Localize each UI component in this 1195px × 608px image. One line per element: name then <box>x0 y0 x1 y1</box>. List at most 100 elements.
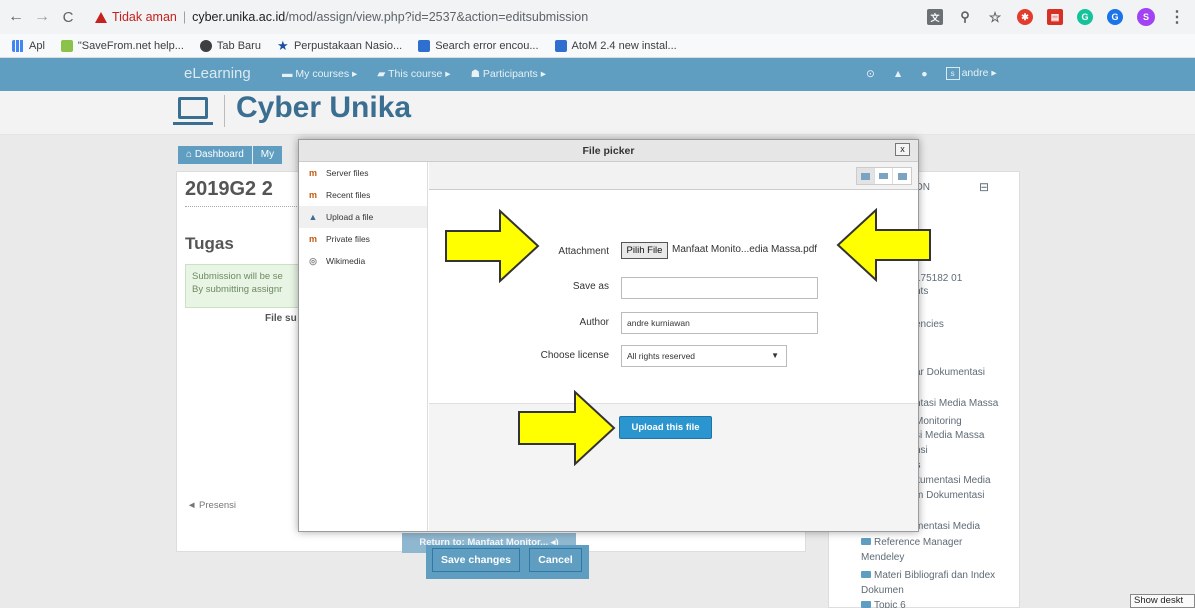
folder-icon <box>861 601 871 608</box>
ext-pdf-icon[interactable]: ▤ <box>1047 9 1063 25</box>
arrow-left-icon <box>836 208 931 282</box>
sidebar-item[interactable]: kumentasi Media <box>915 475 991 486</box>
folder-icon <box>861 571 871 578</box>
nav-label: This course ▸ <box>388 68 451 80</box>
list-glyph <box>879 173 888 179</box>
sidebar-label: Topic 6 <box>874 600 906 608</box>
moodle-icon: m <box>308 233 317 244</box>
breadcrumb: ⌂ Dashboard My <box>178 146 283 164</box>
globe-icon <box>199 39 212 52</box>
bookmark-apps[interactable]: Apl <box>12 39 45 52</box>
sidebar-item[interactable]: ntasi Media Massa <box>915 398 998 409</box>
zoom-icon[interactable]: ⚲ <box>957 9 973 25</box>
bookmark-tab-baru[interactable]: Tab Baru <box>199 39 261 52</box>
picker-toolbar <box>429 162 918 190</box>
dialog-title: File picker <box>299 140 918 162</box>
repo-upload-file[interactable]: ▲ Upload a file <box>299 206 427 228</box>
show-desktop-button[interactable]: Show deskt <box>1130 594 1195 608</box>
sidebar-item[interactable]: si Media Massa <box>915 430 984 441</box>
sidebar-item[interactable]: ar Dokumentasi <box>915 367 985 378</box>
site-navbar: eLearning ▬ My courses ▸ ▰ This course ▸… <box>0 58 1195 91</box>
bell-icon[interactable]: ▲ <box>893 68 903 80</box>
url-divider: | <box>182 10 187 24</box>
license-select[interactable]: All rights reserved ▼ <box>621 345 787 367</box>
grammarly-icon[interactable]: G <box>1077 9 1093 25</box>
repo-private-files[interactable]: m Private files <box>299 228 427 250</box>
repo-label: Wikimedia <box>326 256 366 266</box>
savefrom-icon <box>60 39 73 52</box>
site-title[interactable]: Cyber Unika <box>236 91 411 125</box>
tree-view-icon[interactable] <box>893 168 911 184</box>
list-view-icon[interactable] <box>875 168 893 184</box>
moodle-icon: m <box>308 189 317 200</box>
bookmark-search-error[interactable]: Search error encou... <box>418 39 539 52</box>
repo-server-files[interactable]: m Server files <box>299 162 427 184</box>
sidebar-item[interactable]: m Dokumentasi <box>915 490 984 501</box>
extension-icons: 文 ⚲ ☆ ✱ ▤ G G S ⋮ <box>927 8 1185 26</box>
site-icon <box>554 39 567 52</box>
collapse-icon[interactable]: ⊟ <box>979 180 989 194</box>
repo-label: Server files <box>326 168 369 178</box>
choose-file-button[interactable]: Pilih File <box>621 242 668 259</box>
repo-recent-files[interactable]: m Recent files <box>299 184 427 206</box>
nav-links: ▬ My courses ▸ ▰ This course ▸ ☗ Partici… <box>282 68 546 80</box>
sidebar-item[interactable]: Dokumen <box>861 585 904 596</box>
repo-wikimedia[interactable]: ◎ Wikimedia <box>299 250 427 272</box>
home-icon: ⌂ <box>186 149 195 160</box>
warning-icon <box>95 11 107 23</box>
file-picker-dialog: File picker x m Server files m Recent file… <box>298 139 919 532</box>
translate-icon[interactable]: 文 <box>927 9 943 25</box>
sidebar-item[interactable]: encies <box>915 319 944 330</box>
ext-blue-icon[interactable]: G <box>1107 9 1123 25</box>
user-menu[interactable]: s andre ▸ <box>945 67 997 80</box>
bookmark-label: "SaveFrom.net help... <box>77 39 184 52</box>
message-icon[interactable]: ● <box>921 68 927 80</box>
prev-activity-link[interactable]: ◄ Presensi <box>187 500 236 511</box>
apps-grid-icon <box>12 39 24 52</box>
sidebar-item[interactable]: mentasi Media <box>915 521 980 532</box>
nav-my-courses[interactable]: ▬ My courses ▸ <box>282 68 357 80</box>
header-divider <box>224 95 225 127</box>
saveas-field[interactable] <box>621 277 818 299</box>
cancel-button[interactable]: Cancel <box>529 548 582 572</box>
icons-view-icon[interactable] <box>857 168 875 184</box>
upload-file-button[interactable]: Upload this file <box>619 416 712 439</box>
url-host: cyber.unika.ac.id <box>192 10 286 24</box>
folder-glyph <box>897 172 907 180</box>
sidebar-item[interactable]: Mendeley <box>861 552 904 563</box>
save-changes-button[interactable]: Save changes <box>432 548 520 572</box>
profile-avatar[interactable]: S <box>1137 8 1155 26</box>
security-warning[interactable]: Tidak aman <box>95 10 177 24</box>
breadcrumb-dashboard[interactable]: ⌂ Dashboard <box>178 146 252 164</box>
menu-icon[interactable]: ⋮ <box>1169 9 1185 26</box>
nav-participants[interactable]: ☗ Participants ▸ <box>471 68 546 80</box>
settings-icon[interactable]: ⊙ <box>866 68 875 80</box>
folder-icon <box>861 538 871 545</box>
reload-icon[interactable]: C <box>58 7 78 27</box>
nav-this-course[interactable]: ▰ This course ▸ <box>377 68 450 80</box>
back-icon[interactable]: ← <box>6 7 26 27</box>
chosen-file-name: Manfaat Monito...edia Massa.pdf <box>672 244 818 255</box>
laptop-icon <box>178 97 208 119</box>
sidebar-label: Materi Bibliografi dan Index <box>874 570 996 581</box>
book-icon: ▰ <box>377 68 389 80</box>
arrow-right-icon <box>445 209 540 283</box>
breadcrumb-label: My <box>260 149 275 160</box>
close-icon[interactable]: x <box>895 143 910 156</box>
sidebar-item-topic-6[interactable]: Topic 6 <box>861 600 906 608</box>
forward-icon[interactable]: → <box>32 7 52 27</box>
bookmark-label: Perpustakaan Nasio... <box>293 39 403 52</box>
author-field[interactable]: andre kurniawan <box>621 312 818 334</box>
star-icon[interactable]: ☆ <box>987 9 1003 25</box>
title-underline <box>185 206 305 207</box>
bookmark-atom[interactable]: AtoM 2.4 new instal... <box>554 39 677 52</box>
breadcrumb-my[interactable]: My <box>252 146 283 164</box>
ext-red-icon[interactable]: ✱ <box>1017 9 1033 25</box>
bookmark-perpustakaan[interactable]: ★ Perpustakaan Nasio... <box>277 39 403 52</box>
bookmark-savefrom[interactable]: "SaveFrom.net help... <box>60 39 184 52</box>
sidebar-label: Reference Manager <box>874 537 963 548</box>
sidebar-item-materi[interactable]: Materi Bibliografi dan Index <box>861 570 995 581</box>
sidebar-item[interactable]: Monitoring <box>915 416 962 427</box>
brand-link[interactable]: eLearning <box>184 65 251 82</box>
sidebar-item-reference-manager[interactable]: Reference Manager <box>861 537 962 548</box>
